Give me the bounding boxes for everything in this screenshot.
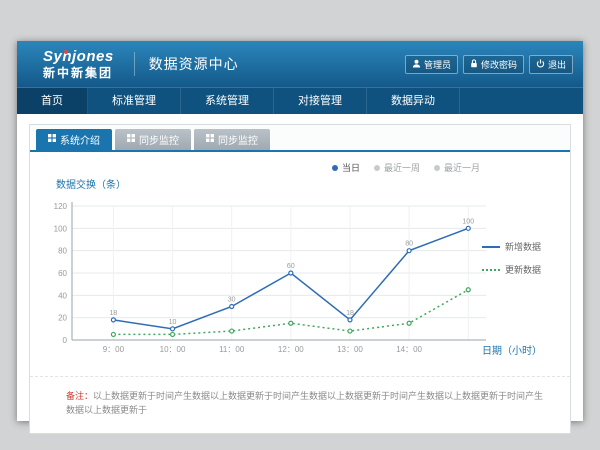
svg-text:30: 30 [228, 297, 236, 304]
svg-text:10：00: 10：00 [160, 345, 186, 354]
filter-label: 当日 [342, 161, 360, 174]
filter-option-last-week[interactable]: 最近一周 [374, 161, 420, 174]
filter-label: 最近一周 [384, 161, 420, 174]
logout-button[interactable]: 退出 [529, 55, 573, 74]
user-icon [412, 59, 421, 70]
svg-text:18: 18 [346, 310, 354, 317]
legend-dot [434, 165, 440, 171]
change-password-button[interactable]: 修改密码 [463, 55, 524, 74]
svg-text:80: 80 [405, 241, 413, 248]
line-chart: 0 20 40 60 80 100 120 9：00 10：00 11：00 12：00 13：00 1… [38, 192, 498, 364]
logo: Synjones 新中新集团 [27, 49, 122, 79]
filter-label: 最近一月 [444, 161, 480, 174]
tab-system-intro[interactable]: 系统介绍 [36, 129, 112, 150]
main-nav: 首页 标准管理 系统管理 对接管理 数据异动 [17, 87, 583, 114]
tab-label: 同步监控 [139, 132, 179, 147]
tab-label: 系统介绍 [60, 132, 100, 147]
legend-item-updated-data[interactable]: 更新数据 [482, 263, 568, 276]
footnote-text: 以上数据更新于时间产生数据以上数据更新于时间产生数据以上数据更新于时间产生数据以… [66, 391, 543, 415]
content-area: 系统介绍 同步监控 同步监控 当日 [17, 114, 583, 434]
svg-text:13：00: 13：00 [337, 345, 363, 354]
line-sample-dotted [482, 269, 500, 271]
filter-option-today[interactable]: 当日 [332, 161, 360, 174]
app-window: Synjones 新中新集团 数据资源中心 管理员 修改密码 退出 首页 标准管… [17, 41, 583, 421]
logout-label: 退出 [548, 58, 566, 71]
svg-text:9：00: 9：00 [103, 345, 125, 354]
app-header: Synjones 新中新集团 数据资源中心 管理员 修改密码 退出 [17, 41, 583, 87]
y-axis-title: 数据交换（条） [56, 176, 126, 191]
svg-text:12：00: 12：00 [278, 345, 304, 354]
legend-label: 更新数据 [505, 263, 541, 276]
x-axis-title: 日期（小时） [482, 342, 568, 357]
series-legend: 新增数据 更新数据 [482, 240, 568, 276]
tab-bar: 系统介绍 同步监控 同步监控 [30, 125, 570, 152]
grid-icon [48, 134, 56, 145]
svg-text:0: 0 [63, 336, 68, 345]
svg-text:10: 10 [169, 319, 177, 326]
svg-text:120: 120 [54, 202, 68, 211]
tab-label: 同步监控 [218, 132, 258, 147]
svg-text:80: 80 [58, 247, 67, 256]
nav-item-system-mgmt[interactable]: 系统管理 [181, 88, 274, 114]
svg-text:40: 40 [58, 291, 67, 300]
svg-text:18: 18 [110, 310, 118, 317]
logo-subtitle: 新中新集团 [43, 67, 114, 79]
footnote-prefix: 备注： [66, 391, 93, 401]
legend-dot [374, 165, 380, 171]
nav-item-standard-mgmt[interactable]: 标准管理 [88, 88, 181, 114]
tab-sync-monitor-1[interactable]: 同步监控 [115, 129, 191, 150]
legend-label: 新增数据 [505, 240, 541, 253]
svg-text:11：00: 11：00 [219, 345, 245, 354]
lock-icon [470, 59, 478, 70]
line-sample-solid [482, 246, 500, 248]
logo-text: Synjones [43, 49, 114, 64]
admin-user-label: 管理员 [424, 58, 451, 71]
header-actions: 管理员 修改密码 退出 [405, 55, 573, 74]
svg-text:60: 60 [58, 269, 67, 278]
power-icon [536, 59, 545, 70]
svg-text:60: 60 [287, 263, 295, 270]
main-panel: 系统介绍 同步监控 同步监控 当日 [29, 124, 571, 434]
svg-text:100: 100 [54, 224, 68, 233]
chart-filters: 当日 最近一周 最近一月 [332, 161, 480, 174]
grid-icon [127, 134, 135, 145]
legend-item-new-data[interactable]: 新增数据 [482, 240, 568, 253]
logo-accent-dot [64, 50, 68, 54]
filter-option-last-month[interactable]: 最近一月 [434, 161, 480, 174]
admin-user-button[interactable]: 管理员 [405, 55, 458, 74]
svg-text:20: 20 [58, 314, 67, 323]
footnote: 备注：以上数据更新于时间产生数据以上数据更新于时间产生数据以上数据更新于时间产生… [30, 376, 570, 433]
nav-item-connection-mgmt[interactable]: 对接管理 [274, 88, 367, 114]
grid-icon [206, 134, 214, 145]
legend-dot [332, 165, 338, 171]
nav-item-data-changes[interactable]: 数据异动 [367, 88, 460, 114]
nav-item-home[interactable]: 首页 [17, 88, 88, 114]
chart-right-column: 新增数据 更新数据 日期（小时） [482, 192, 568, 357]
svg-text:14：00: 14：00 [396, 345, 422, 354]
page-title: 数据资源中心 [134, 52, 239, 76]
svg-text:100: 100 [462, 218, 474, 225]
chart-section: 当日 最近一周 最近一月 数据交换（条） 0 20 40 60 80 100 120 9：00… [30, 152, 570, 376]
tab-sync-monitor-2[interactable]: 同步监控 [194, 129, 270, 150]
change-password-label: 修改密码 [481, 58, 517, 71]
